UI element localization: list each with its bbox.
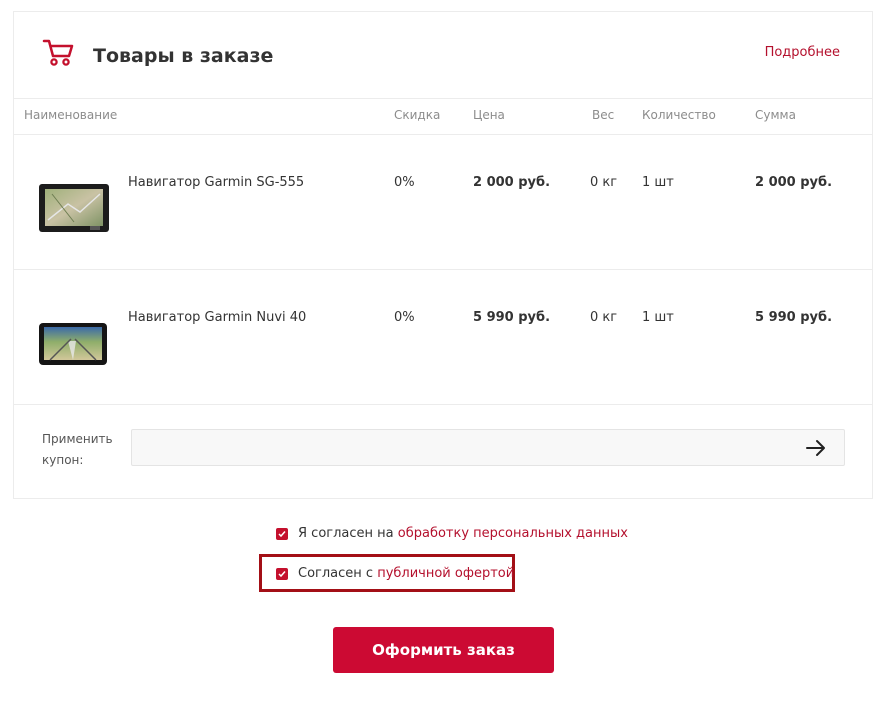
product-weight: 0 кг bbox=[590, 310, 618, 325]
product-image[interactable] bbox=[38, 321, 110, 367]
product-quantity: 1 шт bbox=[642, 310, 674, 325]
offer-checkbox[interactable] bbox=[276, 567, 288, 580]
product-name[interactable]: Навигатор Garmin SG-555 bbox=[128, 175, 304, 190]
product-price: 2 000 руб. bbox=[473, 175, 551, 190]
column-header-price: Цена bbox=[473, 108, 505, 122]
offer-agreement: Согласен с публичной офертой bbox=[276, 566, 514, 581]
checkmark-icon bbox=[278, 530, 286, 537]
agreement-text: Согласен с bbox=[298, 566, 378, 581]
order-header: Товары в заказе Подробнее bbox=[14, 12, 872, 99]
column-header-quantity: Количество bbox=[642, 108, 716, 122]
product-sum: 2 000 руб. bbox=[755, 175, 833, 190]
public-offer-link[interactable]: публичной офертой bbox=[377, 566, 514, 581]
personal-data-link[interactable]: обработку персональных данных bbox=[398, 526, 628, 541]
coupon-input[interactable] bbox=[131, 429, 845, 466]
place-order-button[interactable]: Оформить заказ bbox=[333, 627, 554, 673]
checkmark-icon bbox=[278, 570, 286, 577]
product-weight: 0 кг bbox=[590, 175, 618, 190]
product-image[interactable] bbox=[38, 182, 110, 236]
details-link[interactable]: Подробнее bbox=[765, 45, 840, 60]
coupon-label: Применить купон: bbox=[42, 432, 113, 467]
personal-data-agreement: Я согласен на обработку персональных дан… bbox=[276, 526, 628, 541]
column-header-sum: Сумма bbox=[755, 108, 796, 122]
coupon-section: Применить купон: bbox=[14, 404, 872, 499]
personal-data-checkbox[interactable] bbox=[276, 527, 288, 540]
cart-icon bbox=[42, 39, 74, 66]
table-header: Наименование Скидка Цена Вес Количество … bbox=[14, 98, 872, 135]
order-items-panel: Товары в заказе Подробнее Наименование С… bbox=[13, 11, 873, 499]
column-header-discount: Скидка bbox=[394, 108, 441, 122]
product-discount: 0% bbox=[394, 175, 415, 190]
product-discount: 0% bbox=[394, 310, 415, 325]
product-name[interactable]: Навигатор Garmin Nuvi 40 bbox=[128, 310, 306, 325]
column-header-weight: Вес bbox=[592, 108, 615, 122]
arrow-right-icon[interactable] bbox=[801, 437, 831, 459]
product-sum: 5 990 руб. bbox=[755, 310, 833, 325]
product-quantity: 1 шт bbox=[642, 175, 674, 190]
agreement-text: Я согласен на bbox=[298, 526, 398, 541]
table-row: Навигатор Garmin Nuvi 40 0% 5 990 руб. 0… bbox=[14, 269, 872, 405]
page-title: Товары в заказе bbox=[93, 45, 274, 67]
column-header-name: Наименование bbox=[24, 108, 118, 122]
product-price: 5 990 руб. bbox=[473, 310, 551, 325]
table-row: Навигатор Garmin SG-555 0% 2 000 руб. 0 … bbox=[14, 134, 872, 270]
